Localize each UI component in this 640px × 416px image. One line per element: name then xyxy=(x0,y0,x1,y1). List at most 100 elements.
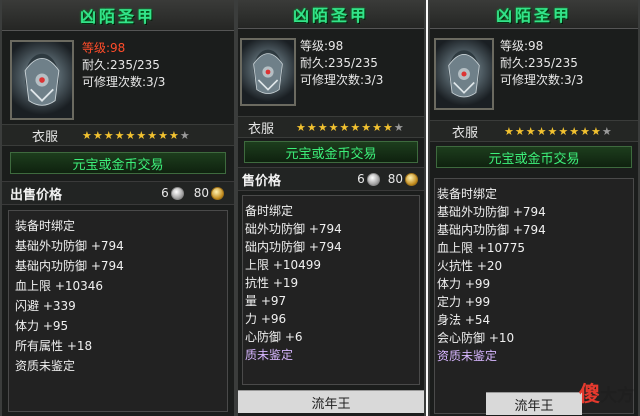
attribute-line: 心防御 +6 xyxy=(245,330,303,344)
durability-text: 耐久:235/235 xyxy=(300,56,378,70)
price-row: 售价格 6 80 xyxy=(238,167,424,191)
slot-row: 衣服 ★ ★ ★ ★ ★ ★ ★ ★ ★ ★ xyxy=(430,120,638,142)
item-title: 凶陌圣甲 xyxy=(292,6,369,25)
owner-name: 流年王 xyxy=(486,392,582,415)
price-label: 出售价格 xyxy=(10,187,63,203)
item-tooltip-panel: 凶陌圣甲 等级:98 耐久:235/235 可修理次数:3/3 衣服 ★ ★ ★ ★ ★… xyxy=(236,0,426,416)
star-icon: ★ xyxy=(296,120,306,134)
star-icon: ★ xyxy=(504,124,514,138)
attribute-line: 定力 +99 xyxy=(437,295,491,309)
star-icon: ★ xyxy=(317,120,328,134)
star-icon: ★ xyxy=(92,128,103,142)
attribute-line: 体力 +99 xyxy=(437,277,491,291)
star-icon: ★ xyxy=(514,124,525,138)
star-icon: ★ xyxy=(136,128,147,142)
slot-row: 衣服 ★ ★ ★ ★ ★ ★ ★ ★ ★ ★ xyxy=(2,124,234,146)
slot-label: 衣服 xyxy=(452,125,479,141)
star-icon: ★ xyxy=(328,120,339,134)
title-bar: 凶陌圣甲 xyxy=(2,0,234,31)
attribute-line: 基础外功防御 +794 xyxy=(15,239,124,253)
attribute-line: 血上限 +10775 xyxy=(437,241,526,255)
star-icon: ★ xyxy=(372,120,383,134)
durability-text: 耐久:235/235 xyxy=(82,58,160,72)
star-icon: ★ xyxy=(339,120,350,134)
attribute-line: 装备时绑定 xyxy=(15,219,76,233)
item-portrait-icon xyxy=(434,38,494,110)
star-icon: ★ xyxy=(82,128,92,142)
trade-button[interactable]: 元宝或金币交易 xyxy=(10,152,226,174)
star-rating: ★ ★ ★ ★ ★ ★ ★ ★ ★ ★ xyxy=(296,122,404,133)
attribute-line: 基础外功防御 +794 xyxy=(437,205,546,219)
attribute-line: 备时绑定 xyxy=(245,204,294,218)
item-title: 凶陌圣甲 xyxy=(495,6,572,25)
price-label: 售价格 xyxy=(242,173,282,189)
watermark-part2: 大方 xyxy=(600,386,634,406)
attribute-line: 资质未鉴定 xyxy=(15,359,76,373)
silver-amount: 6 xyxy=(357,172,365,186)
star-icon: ★ xyxy=(179,128,190,142)
gold-coin-icon xyxy=(211,186,224,200)
silver-coin-icon xyxy=(170,186,184,200)
star-icon: ★ xyxy=(103,128,114,142)
watermark-logo: 傻 大方 xyxy=(579,378,634,408)
attribute-line: 闪避 +339 xyxy=(15,299,76,313)
silver-coin-icon xyxy=(366,172,380,186)
attribute-line: 抗性 +19 xyxy=(245,276,299,290)
attribute-line: 质未鉴定 xyxy=(245,348,294,362)
star-icon: ★ xyxy=(147,128,158,142)
attribute-box: 备时绑定 础外功防御 +794 础内功防御 +794 上限 +10499 抗性 … xyxy=(242,195,420,385)
title-bar: 凶陌圣甲 xyxy=(430,0,638,29)
gold-amount: 80 xyxy=(387,172,403,186)
attribute-line: 体力 +95 xyxy=(15,319,69,333)
repair-count-text: 可修理次数:3/3 xyxy=(500,73,584,87)
title-bar: 凶陌圣甲 xyxy=(238,0,424,29)
star-icon: ★ xyxy=(350,120,361,134)
gold-coin-icon xyxy=(405,172,418,186)
durability-text: 耐久:235/235 xyxy=(500,56,578,70)
attribute-line: 基础内功防御 +794 xyxy=(15,259,124,273)
silver-amount: 6 xyxy=(161,186,169,200)
attribute-line: 身法 +54 xyxy=(437,313,491,327)
star-icon: ★ xyxy=(558,124,569,138)
attribute-line: 础内功防御 +794 xyxy=(245,240,342,254)
star-icon: ★ xyxy=(383,120,393,134)
slot-row: 衣服 ★ ★ ★ ★ ★ ★ ★ ★ ★ ★ xyxy=(238,116,424,138)
level-text: 等级:98 xyxy=(500,39,544,53)
trade-button[interactable]: 元宝或金币交易 xyxy=(244,141,418,163)
star-icon: ★ xyxy=(114,128,125,142)
slot-label: 衣服 xyxy=(32,129,59,145)
item-tooltip-panel: 凶陌圣甲 等级:98 耐久:235/235 可修理次数:3/3 衣服 ★ ★ ★ ★ ★… xyxy=(428,0,640,416)
star-icon: ★ xyxy=(125,128,136,142)
attribute-line: 量 +97 xyxy=(245,294,287,308)
star-icon: ★ xyxy=(306,120,317,134)
item-stats: 等级:98 耐久:235/235 可修理次数:3/3 xyxy=(82,40,165,91)
item-portrait-icon xyxy=(240,38,296,106)
attribute-line: 力 +96 xyxy=(245,312,287,326)
attribute-line: 础外功防御 +794 xyxy=(245,222,342,236)
attribute-line: 会心防御 +10 xyxy=(437,331,515,345)
item-title: 凶陌圣甲 xyxy=(79,7,156,26)
star-icon: ★ xyxy=(591,124,601,138)
attribute-line: 上限 +10499 xyxy=(245,258,322,272)
slot-label: 衣服 xyxy=(248,121,275,137)
star-icon: ★ xyxy=(536,124,547,138)
item-stats: 等级:98 耐久:235/235 可修理次数:3/3 xyxy=(500,38,583,89)
watermark-part1: 傻 xyxy=(579,382,600,406)
star-rating: ★ ★ ★ ★ ★ ★ ★ ★ ★ ★ xyxy=(504,126,612,137)
star-icon: ★ xyxy=(393,120,404,134)
attribute-line: 装备时绑定 xyxy=(437,187,498,201)
attribute-line: 基础内功防御 +794 xyxy=(437,223,546,237)
level-text: 等级:98 xyxy=(82,41,126,55)
attribute-box: 装备时绑定 基础外功防御 +794 基础内功防御 +794 血上限 +10346… xyxy=(8,210,228,412)
repair-count-text: 可修理次数:3/3 xyxy=(300,73,384,87)
star-icon: ★ xyxy=(547,124,558,138)
star-icon: ★ xyxy=(580,124,591,138)
star-icon: ★ xyxy=(361,120,372,134)
repair-count-text: 可修理次数:3/3 xyxy=(82,75,166,89)
gold-amount: 80 xyxy=(193,186,209,200)
item-stats: 等级:98 耐久:235/235 可修理次数:3/3 xyxy=(300,38,383,89)
price-row: 出售价格 6 80 xyxy=(2,181,234,205)
star-icon: ★ xyxy=(601,124,612,138)
owner-name: 流年王 xyxy=(238,390,424,413)
trade-button[interactable]: 元宝或金币交易 xyxy=(436,146,632,168)
